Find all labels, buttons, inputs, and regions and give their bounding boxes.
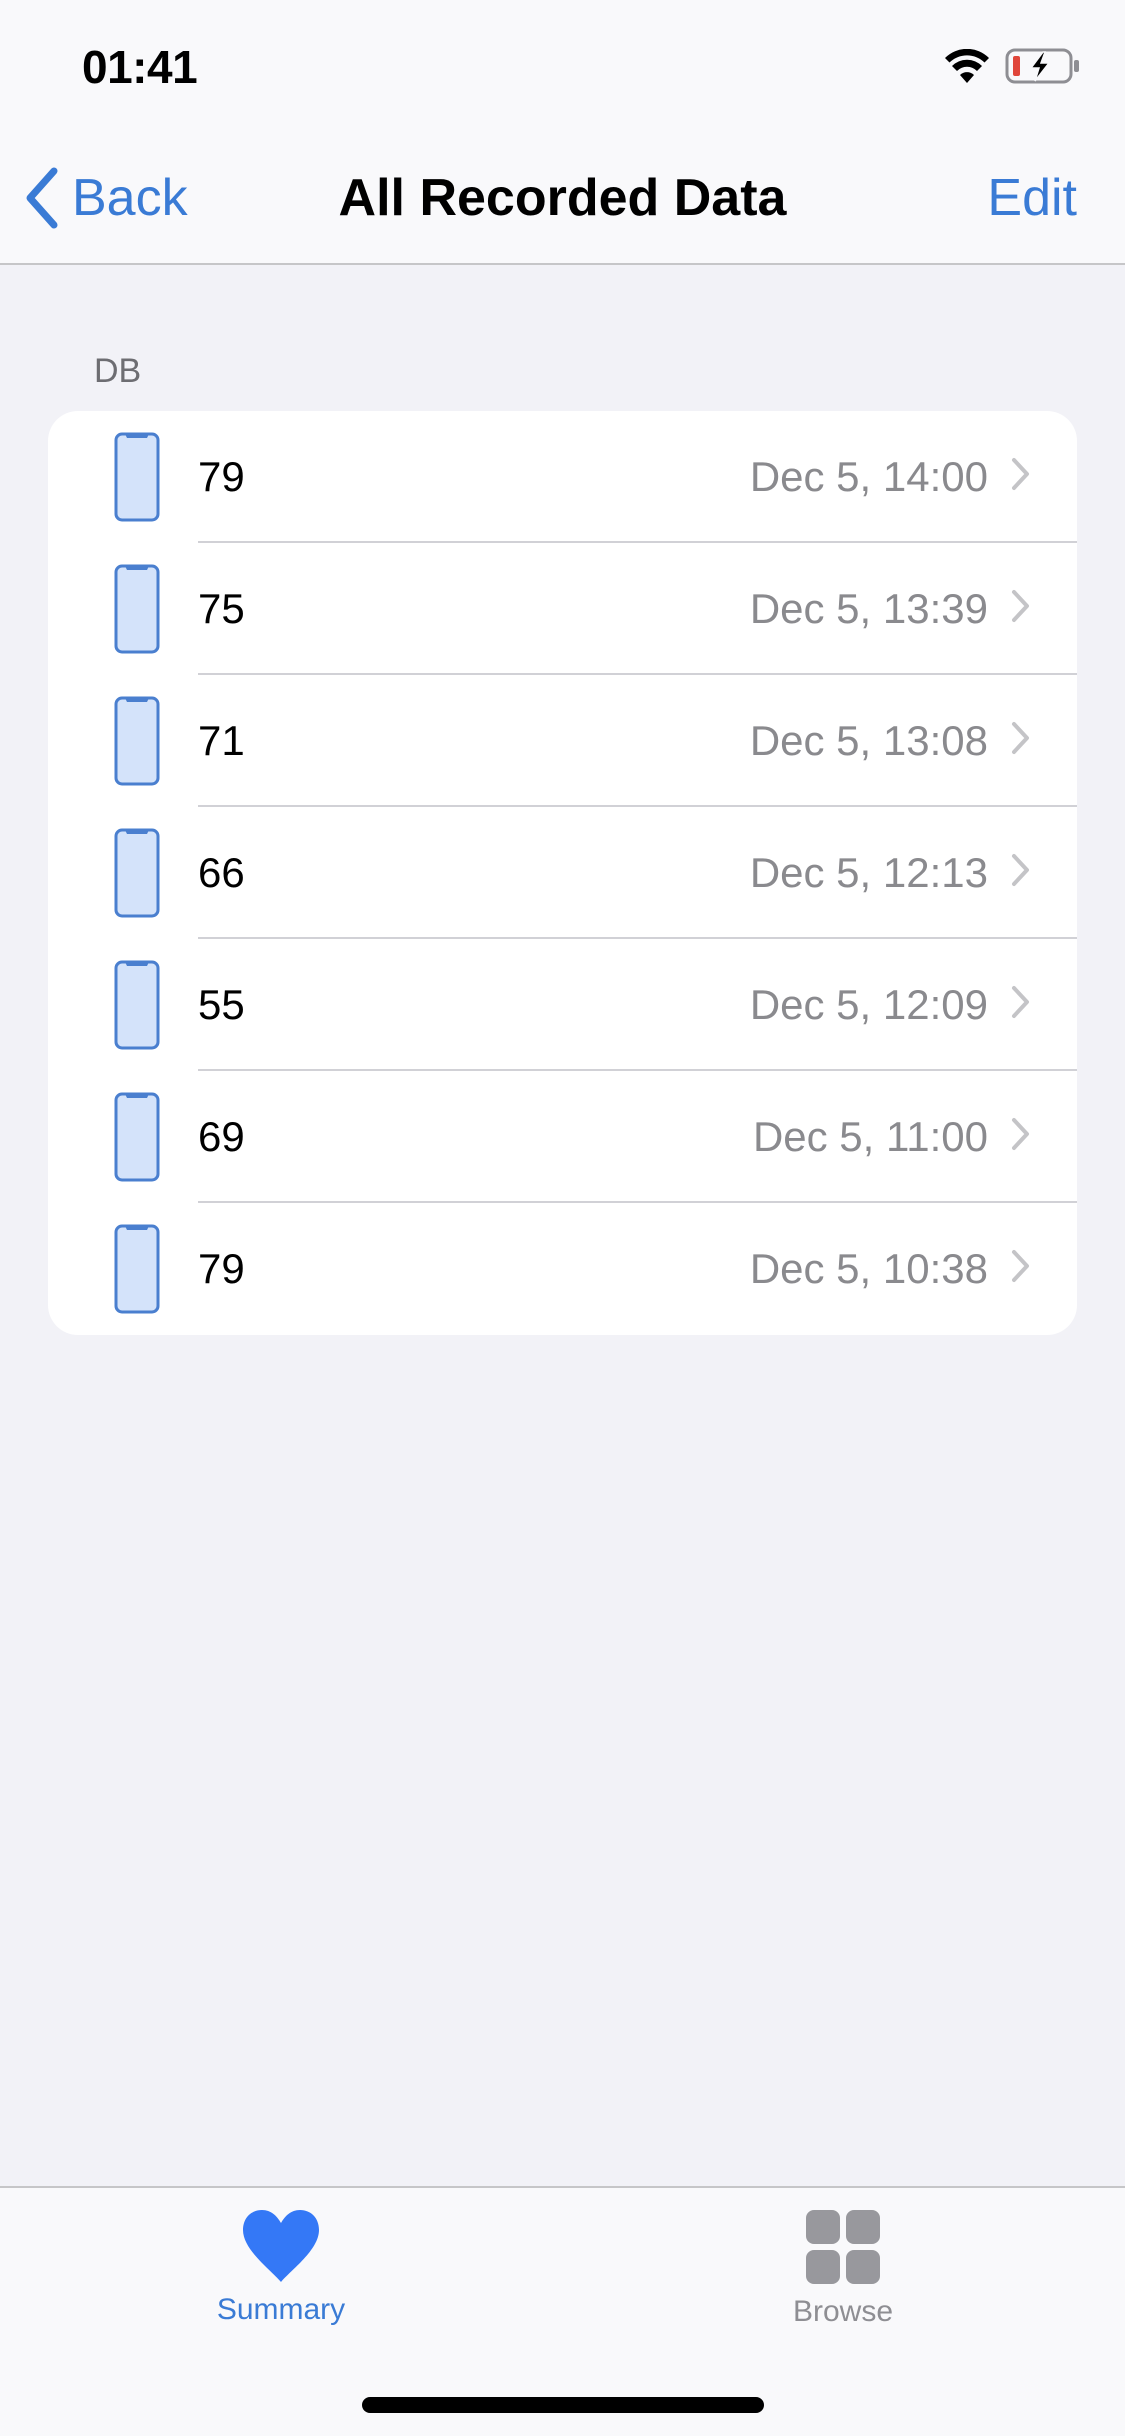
record-row[interactable]: 71 Dec 5, 13:08 (48, 675, 1077, 807)
chevron-right-icon (1011, 721, 1031, 760)
heart-icon (243, 2210, 319, 2282)
record-value: 79 (198, 453, 245, 500)
record-row[interactable]: 69 Dec 5, 11:00 (48, 1071, 1077, 1203)
page-title: All Recorded Data (338, 169, 787, 227)
record-row[interactable]: 79 Dec 5, 10:38 (48, 1203, 1077, 1335)
grid-icon (806, 2210, 880, 2284)
phone-icon (114, 960, 160, 1055)
record-row[interactable]: 55 Dec 5, 12:09 (48, 939, 1077, 1071)
record-row[interactable]: 66 Dec 5, 12:13 (48, 807, 1077, 939)
record-row[interactable]: 79 Dec 5, 14:00 (48, 411, 1077, 543)
phone-icon (114, 696, 160, 791)
chevron-right-icon (1011, 589, 1031, 628)
chevron-right-icon (1011, 853, 1031, 892)
chevron-right-icon (1011, 985, 1031, 1024)
tab-summary[interactable]: Summary (181, 2210, 381, 2327)
record-value: 55 (198, 981, 245, 1028)
phone-icon (114, 1224, 160, 1319)
record-value: 69 (198, 1113, 245, 1160)
record-date: Dec 5, 13:39 (749, 585, 988, 632)
phone-icon (114, 564, 160, 659)
record-date: Dec 5, 12:09 (749, 981, 988, 1028)
section-header: DB (94, 352, 142, 390)
record-value: 71 (198, 717, 245, 764)
phone-icon (114, 432, 160, 527)
record-date: Dec 5, 13:08 (749, 717, 988, 764)
navigation-bar: Back All Recorded Data Edit (0, 132, 1125, 265)
records-list: 79 Dec 5, 14:00 75 Dec 5, 13:39 71 Dec 5… (48, 411, 1077, 1335)
record-date: Dec 5, 12:13 (749, 849, 988, 896)
record-value: 79 (198, 1245, 245, 1292)
record-value: 66 (198, 849, 245, 896)
record-row[interactable]: 75 Dec 5, 13:39 (48, 543, 1077, 675)
record-date: Dec 5, 11:00 (752, 1113, 988, 1160)
chevron-right-icon (1011, 1249, 1031, 1288)
tab-summary-label: Summary (216, 2293, 346, 2326)
record-date: Dec 5, 10:38 (749, 1245, 988, 1292)
status-time: 01:41 (82, 41, 198, 93)
chevron-right-icon (1011, 457, 1031, 496)
chevron-right-icon (1011, 1117, 1031, 1156)
record-value: 75 (198, 585, 245, 632)
status-bar: 01:41 (0, 0, 1125, 132)
wifi-icon (945, 48, 989, 88)
home-indicator[interactable] (362, 2397, 764, 2413)
edit-button[interactable]: Edit (987, 168, 1077, 228)
phone-icon (114, 828, 160, 923)
tab-browse[interactable]: Browse (743, 2210, 943, 2329)
status-icons (945, 48, 1081, 89)
record-date: Dec 5, 14:00 (749, 453, 988, 500)
battery-charging-icon (1005, 48, 1081, 89)
tab-browse-label: Browse (792, 2295, 894, 2328)
phone-icon (114, 1092, 160, 1187)
